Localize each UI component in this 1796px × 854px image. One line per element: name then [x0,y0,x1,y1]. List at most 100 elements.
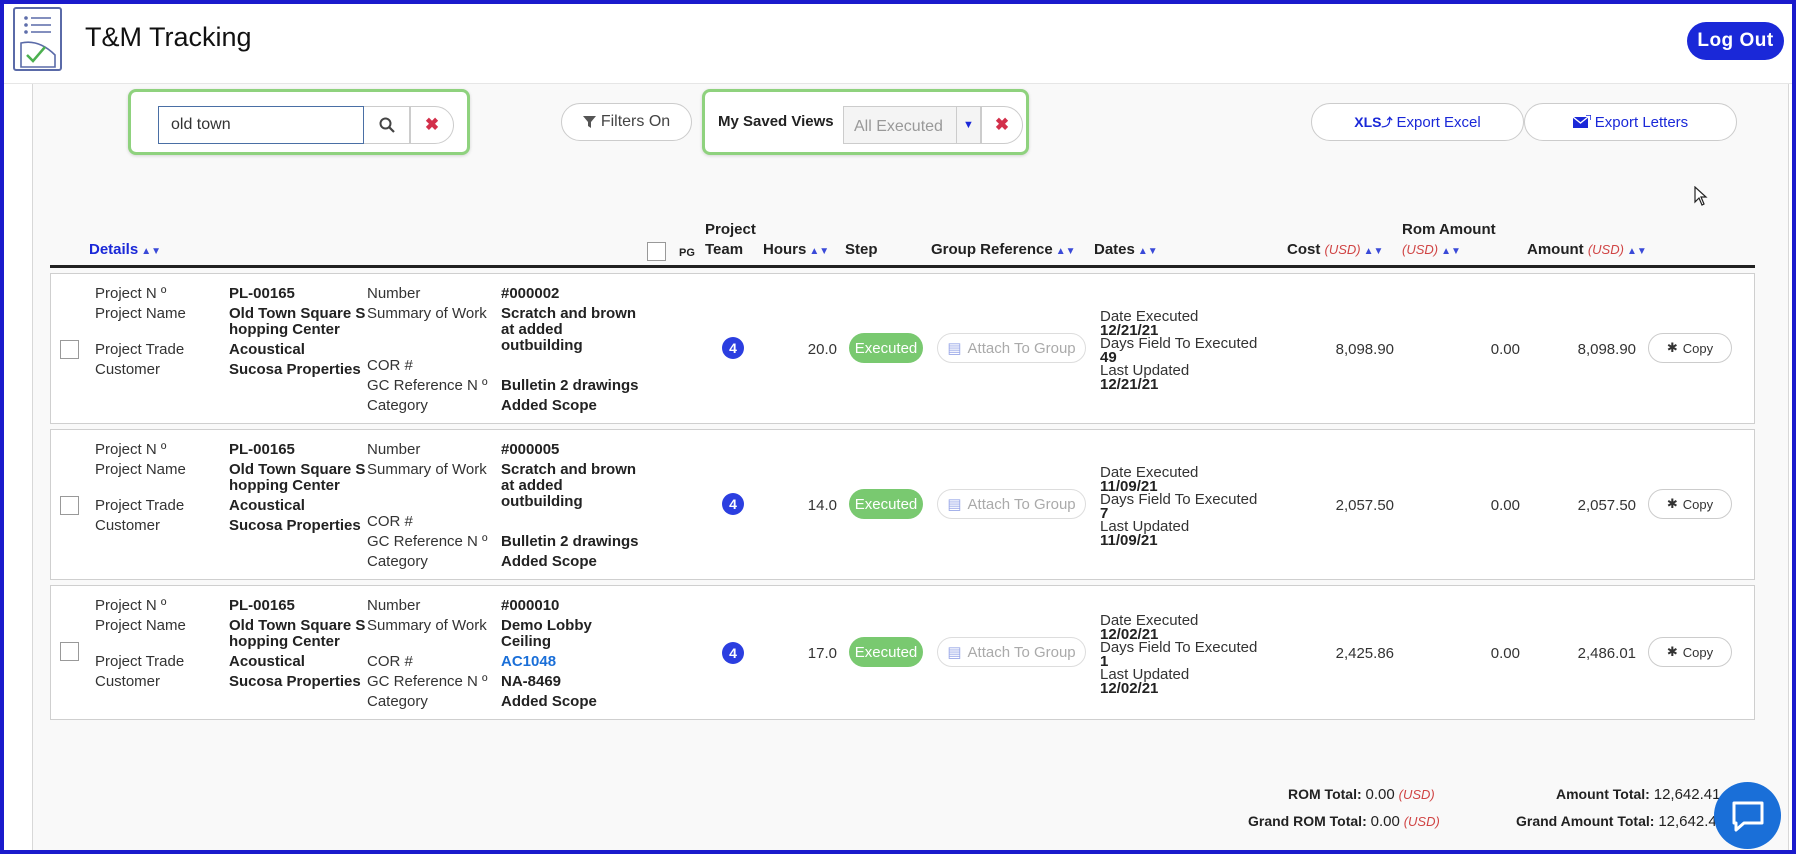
label-gc-ref: GC Reference N º [367,377,488,394]
sort-icon: ▲▼ [1626,246,1647,257]
column-step: Step [845,241,878,258]
column-hours[interactable]: Hours ▲▼ [763,240,829,262]
filters-button[interactable]: Filters On [561,103,692,141]
column-cost[interactable]: Cost (USD) ▲▼ [1287,240,1383,262]
app-logo[interactable] [13,7,62,71]
attach-to-group-button[interactable]: ▤ Attach To Group [937,637,1086,667]
number: #000010 [501,597,560,614]
attach-to-group-button[interactable]: ▤ Attach To Group [937,333,1086,363]
category: Added Scope [501,693,597,710]
search-icon [379,117,395,133]
customer: Sucosa Properties [229,361,361,378]
category: Added Scope [501,553,597,570]
cor-link[interactable]: AC1048 [501,652,556,671]
gear-icon: ✱ [1666,644,1678,659]
close-icon: ✖ [994,115,1010,134]
label-project-no: Project N º [95,597,167,614]
export-excel-button[interactable]: XLS⤴ Export Excel [1311,103,1524,141]
grand-amount-total: Grand Amount Total: 12,642.41 [1516,813,1726,830]
document-icon: ▤ [947,340,962,357]
label-category: Category [367,553,428,570]
cost: 8,098.90 [1335,341,1394,358]
customer: Sucosa Properties [229,673,361,690]
export-excel-label: Export Excel [1396,113,1481,131]
cost: 2,057.50 [1335,497,1394,514]
rom-total: ROM Total: 0.00 (USD) [1288,786,1435,803]
mail-icon [1572,115,1591,128]
sort-icon: ▲▼ [141,246,161,257]
label-category: Category [367,693,428,710]
table-row: Project N º Project Name Project Trade C… [50,585,1755,720]
search-button[interactable] [364,106,410,144]
gc-reference: Bulletin 2 drawings [501,377,639,394]
label-project-name: Project Name [95,461,186,478]
rom-amount: 0.00 [1490,497,1520,514]
saved-views-dropdown[interactable]: ▼ [957,106,981,144]
gc-reference: Bulletin 2 drawings [501,533,639,550]
column-group-reference[interactable]: Group Reference ▲▼ [931,240,1076,262]
copy-button[interactable]: ✱ Copy [1648,489,1732,519]
label-days-field: Days Field To Executed [1100,639,1258,656]
excel-icon: XLS⤴ [1354,114,1393,130]
label-project-trade: Project Trade [95,341,185,358]
last-updated: 12/02/21 [1100,680,1159,697]
document-icon: ▤ [947,496,962,513]
caret-down-icon: ▼ [963,119,974,131]
row-checkbox[interactable] [60,642,79,661]
chat-button[interactable] [1714,782,1781,849]
label-customer: Customer [95,673,161,690]
saved-views-group: My Saved Views All Executed ▼ ✖ [702,89,1029,155]
number: #000005 [501,441,560,458]
team-badge[interactable]: 4 [722,337,744,359]
project-name-line2: hopping Center [229,633,340,650]
label-project-no: Project N º [95,441,167,458]
select-all-checkbox[interactable] [647,242,666,261]
project-trade: Acoustical [229,653,305,670]
label-project-name: Project Name [95,305,186,322]
sort-icon: ▲▼ [1137,246,1158,257]
saved-views-select[interactable]: All Executed [843,106,957,144]
attach-to-group-button[interactable]: ▤ Attach To Group [937,489,1086,519]
summary-line3: outbuilding [501,337,583,354]
label-project-no: Project N º [95,285,167,302]
label-number: Number [367,285,421,302]
project-trade: Acoustical [229,341,305,358]
rom-amount: 0.00 [1490,341,1520,358]
team-badge[interactable]: 4 [722,493,744,515]
logout-button[interactable]: Log Out [1687,22,1784,60]
copy-button[interactable]: ✱ Copy [1648,637,1732,667]
step-badge: Executed [849,637,923,667]
column-details[interactable]: Details ▲▼ [89,240,161,262]
project-trade: Acoustical [229,497,305,514]
gear-icon: ✱ [1666,340,1678,355]
number: #000002 [501,285,560,302]
column-dates[interactable]: Dates ▲▼ [1094,240,1158,262]
saved-views-label: My Saved Views [718,113,834,130]
checklist-icon [20,16,56,68]
label-summary: Summary of Work [367,617,487,634]
clear-view-button[interactable]: ✖ [981,106,1023,144]
page-title: T&M Tracking [85,22,252,52]
label-cor: COR # [367,357,413,374]
project-no: PL-00165 [229,441,295,458]
summary-line2: Ceiling [501,633,552,650]
category: Added Scope [501,397,597,414]
cost: 2,425.86 [1335,645,1394,662]
hours: 14.0 [807,497,837,514]
column-amount[interactable]: Amount (USD) ▲▼ [1527,240,1647,262]
customer: Sucosa Properties [229,517,361,534]
row-checkbox[interactable] [60,340,79,359]
copy-button[interactable]: ✱ Copy [1648,333,1732,363]
search-input[interactable] [158,106,364,144]
clear-search-button[interactable]: ✖ [410,106,454,144]
row-checkbox[interactable] [60,496,79,515]
table-row: Project N º Project Name Project Trade C… [50,273,1755,424]
amount: 8,098.90 [1577,341,1636,358]
export-letters-button[interactable]: Export Letters [1524,103,1737,141]
gear-icon: ✱ [1666,496,1678,511]
hours: 17.0 [807,645,837,662]
search-group: ✖ [128,89,470,155]
column-rom-amount[interactable]: Rom Amount (USD) ▲▼ [1402,220,1496,262]
team-badge[interactable]: 4 [722,642,744,664]
label-summary: Summary of Work [367,305,487,322]
